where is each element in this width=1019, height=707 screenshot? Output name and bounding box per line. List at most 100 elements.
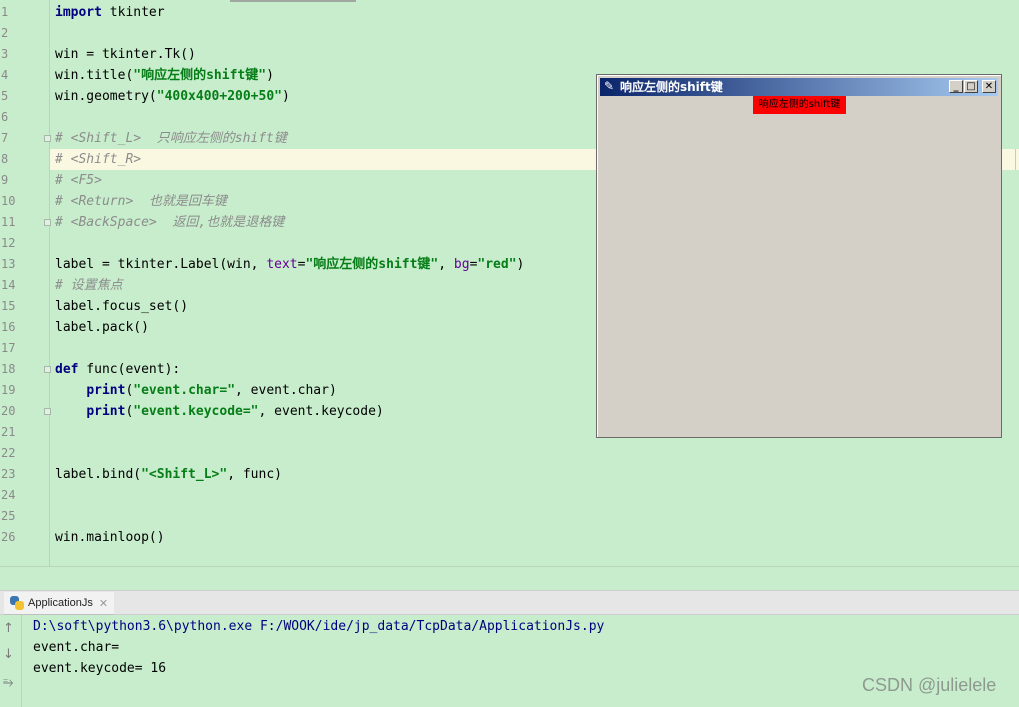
run-tab-label: ApplicationJs (28, 597, 93, 609)
code-token: # <F5> (55, 173, 102, 188)
code-token: win = tkinter.Tk() (55, 47, 196, 62)
code-token: text (266, 257, 298, 272)
code-token: "event.char=" (133, 383, 236, 398)
line-number: 1 (1, 5, 9, 19)
close-icon: ✕ (984, 81, 994, 92)
run-tool-strip: ApplicationJs ✕ (0, 590, 1019, 616)
console-line-char: event.char= (33, 640, 120, 655)
code-token: "响应左侧的shift键" (133, 68, 267, 83)
line-number: 23 (1, 467, 16, 481)
red-label[interactable]: 响应左侧的shift键 (753, 96, 846, 114)
code-token: import (55, 5, 102, 20)
right-margin-marker (1015, 149, 1016, 170)
line-number: 21 (1, 425, 16, 439)
line-number: 11 (1, 215, 16, 229)
code-line[interactable]: import tkinter (55, 2, 165, 23)
tk-window[interactable]: ✎ 响应左侧的shift键 _ □ ✕ 响应左侧的shift键 (596, 74, 1002, 438)
line-number: 12 (1, 236, 16, 250)
run-tab[interactable]: ApplicationJs ✕ (4, 592, 115, 616)
line-number-gutter[interactable]: 1 2 3 4 5 6 7 8 9 10 11 12 13 14 15 16 17 18 19 20 21 22 23 24 2… (0, 0, 51, 566)
fold-marker-icon[interactable] (44, 366, 51, 373)
code-line[interactable]: # <F5> (55, 170, 102, 191)
code-line[interactable]: win = tkinter.Tk() (55, 44, 196, 65)
line-number: 14 (1, 278, 16, 292)
code-token: , (438, 257, 454, 272)
code-token: ) (516, 257, 525, 272)
code-token: ) (281, 89, 290, 104)
watermark: CSDN @julielele (862, 675, 997, 695)
python-icon (10, 596, 24, 610)
fold-marker-icon[interactable] (44, 408, 51, 415)
code-line[interactable]: win.geometry("400x400+200+50") (55, 86, 290, 107)
line-number: 8 (1, 152, 9, 166)
line-number: 9 (1, 173, 9, 187)
code-token: label.focus_set() (55, 299, 189, 314)
maximize-button[interactable]: □ (964, 80, 978, 93)
code-token: # <Shift_L> 只响应左侧的shift键 (55, 131, 287, 146)
line-number: 13 (1, 257, 16, 271)
code-token: # <Shift_R> (55, 152, 142, 167)
close-button[interactable]: ✕ (982, 80, 996, 93)
code-line[interactable]: win.title("响应左侧的shift键") (55, 65, 274, 86)
code-token: label.bind( (55, 467, 142, 482)
panel-divider[interactable] (0, 566, 1019, 591)
fold-marker-icon[interactable] (44, 219, 51, 226)
code-line[interactable]: # <BackSpace> 返回,也就是退格键 (55, 212, 284, 233)
code-token: "event.keycode=" (133, 404, 259, 419)
arrow-down-icon[interactable]: ↓ (3, 647, 14, 662)
feather-icon: ✎ (604, 79, 615, 93)
code-line[interactable]: # 设置焦点 (55, 275, 123, 296)
maximize-icon: □ (966, 81, 976, 92)
code-token: print (86, 404, 126, 419)
minimize-button[interactable]: _ (949, 80, 963, 93)
soft-wrap-icon[interactable]: ⥱ (3, 675, 13, 690)
code-token: , event.char) (235, 383, 337, 398)
code-line[interactable]: label.bind("<Shift_L>", func) (55, 464, 282, 485)
code-token: "400x400+200+50" (156, 89, 282, 104)
console-toolbar: ↑ ↓ ⥱ (0, 615, 22, 707)
tk-window-titlebar[interactable]: ✎ 响应左侧的shift键 _ □ ✕ (600, 78, 998, 96)
console-line-keycode: event.keycode= 16 (33, 661, 167, 676)
code-token: label.pack() (55, 320, 149, 335)
line-number: 3 (1, 47, 9, 61)
line-number: 22 (1, 446, 16, 460)
code-line[interactable]: label.pack() (55, 317, 149, 338)
code-token: label = tkinter.Label(win, (55, 257, 267, 272)
code-line[interactable]: # <Shift_R> (55, 149, 141, 170)
line-number: 15 (1, 299, 16, 313)
line-number: 18 (1, 362, 16, 376)
code-editor[interactable]: 1 2 3 4 5 6 7 8 9 10 11 12 13 14 15 16 17 18 19 20 21 22 23 24 2… (0, 0, 1019, 566)
arrow-up-icon[interactable]: ↑ (3, 621, 14, 636)
minimize-icon: _ (953, 81, 959, 92)
code-line[interactable]: # <Shift_L> 只响应左侧的shift键 (55, 128, 287, 149)
code-token: # 设置焦点 (55, 278, 123, 293)
code-token: def (55, 362, 79, 377)
code-token: bg (453, 257, 470, 272)
code-token: "<Shift_L>" (141, 467, 228, 482)
code-line[interactable]: print("event.keycode=", event.keycode) (55, 401, 384, 422)
line-number: 20 (1, 404, 16, 418)
line-number: 25 (1, 509, 16, 523)
code-line[interactable]: # <Return> 也就是回车键 (55, 191, 227, 212)
close-tab-icon[interactable]: ✕ (99, 597, 108, 610)
code-token: "响应左侧的shift键" (305, 257, 439, 272)
code-token: print (86, 383, 126, 398)
code-line[interactable]: label = tkinter.Label(win, text="响应左侧的sh… (55, 254, 524, 275)
code-token: , func) (227, 467, 282, 482)
code-token: # <Return> 也就是回车键 (55, 194, 227, 209)
code-line[interactable]: def func(event): (55, 359, 180, 380)
fold-marker-icon[interactable] (44, 135, 51, 142)
code-line[interactable]: print("event.char=", event.char) (55, 380, 337, 401)
line-number: 2 (1, 26, 9, 40)
line-number: 5 (1, 89, 9, 103)
code-line[interactable]: win.mainloop() (55, 527, 165, 548)
code-token: , event.keycode) (258, 404, 384, 419)
line-number: 26 (1, 530, 16, 544)
code-token: win.title( (55, 68, 134, 83)
line-number: 19 (1, 383, 16, 397)
code-line[interactable]: label.focus_set() (55, 296, 188, 317)
tk-window-title: 响应左侧的shift键 (620, 80, 723, 94)
code-token: ) (266, 68, 274, 83)
